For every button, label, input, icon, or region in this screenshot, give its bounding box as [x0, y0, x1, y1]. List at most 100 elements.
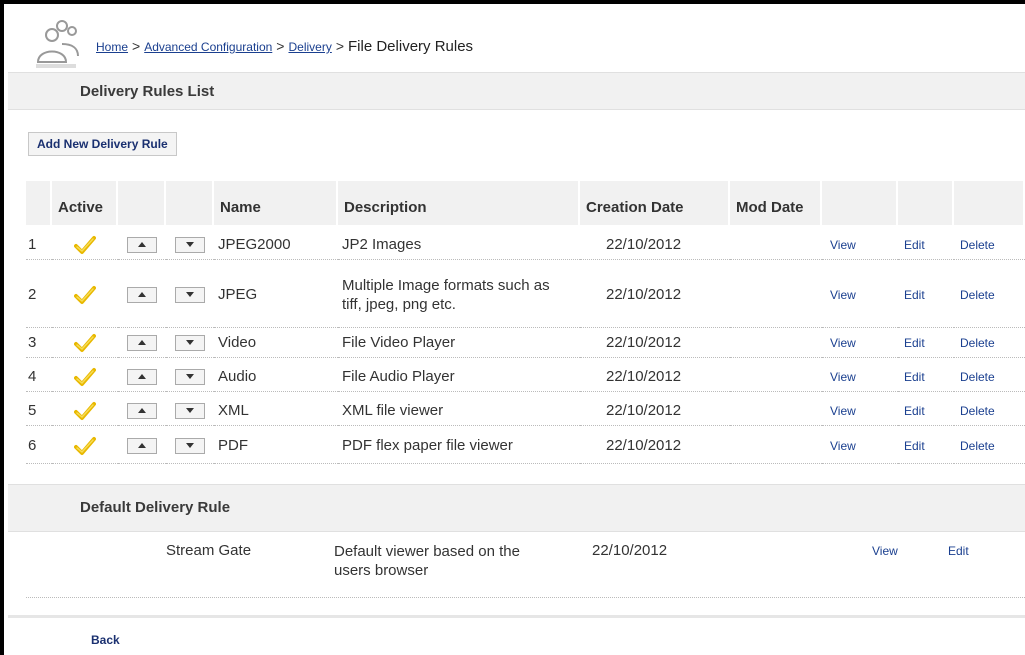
checkmark-icon — [74, 285, 96, 304]
default-rule-name: Stream Gate — [166, 542, 252, 559]
view-link[interactable]: View — [822, 262, 898, 328]
move-down-cell — [166, 362, 214, 392]
move-up-cell — [118, 262, 166, 328]
header-move-down — [166, 181, 214, 225]
edit-link[interactable]: Edit — [898, 230, 954, 260]
breadcrumb-advanced-configuration-link[interactable]: Advanced Configuration — [144, 40, 272, 54]
active-checkmark-icon — [52, 428, 118, 464]
default-rule-creation-date: 22/10/2012 — [592, 542, 668, 559]
rule-description: File Audio Player — [338, 362, 580, 392]
rule-creation-date: 22/10/2012 — [580, 428, 730, 464]
default-rule-edit-link[interactable]: Edit — [948, 536, 969, 576]
default-rule-description: Default viewer based on the users browse… — [334, 543, 520, 579]
rule-name: Audio — [214, 362, 338, 392]
active-checkmark-icon — [52, 262, 118, 328]
breadcrumb-current: File Delivery Rules — [348, 38, 474, 55]
move-down-cell — [166, 328, 214, 358]
move-down-cell — [166, 230, 214, 260]
table-row: 6 PDF PDF flex paper file viewer 22/10/2012… — [26, 428, 1025, 464]
rule-description: JP2 Images — [338, 230, 580, 260]
move-up-button[interactable] — [127, 286, 157, 303]
table-row: 3 Video File Video Player 22/10/2012 View Edi… — [26, 328, 1025, 358]
delete-link[interactable]: Delete — [954, 396, 1025, 426]
view-link[interactable]: View — [822, 396, 898, 426]
back-link[interactable]: Back — [91, 633, 120, 647]
delete-link[interactable]: Delete — [954, 328, 1025, 358]
checkmark-icon — [74, 401, 96, 420]
move-down-button[interactable] — [175, 437, 205, 454]
move-up-cell — [118, 362, 166, 392]
header-view — [822, 181, 898, 225]
view-link[interactable]: View — [822, 362, 898, 392]
move-down-button[interactable] — [175, 286, 205, 303]
table-row: 5 XML XML file viewer 22/10/2012 View Edit Del… — [26, 396, 1025, 426]
active-checkmark-icon — [52, 396, 118, 426]
rule-creation-date: 22/10/2012 — [580, 328, 730, 358]
header-number — [26, 181, 52, 225]
move-down-button[interactable] — [175, 402, 205, 419]
table-row: 2 JPEG Multiple Image formats such as tiff… — [26, 262, 1025, 328]
arrow-down-icon — [186, 443, 194, 448]
checkmark-icon — [74, 235, 96, 254]
move-up-button[interactable] — [127, 236, 157, 253]
rule-mod-date — [730, 428, 822, 464]
edit-link[interactable]: Edit — [898, 396, 954, 426]
edit-link[interactable]: Edit — [898, 262, 954, 328]
move-up-button[interactable] — [127, 334, 157, 351]
arrow-down-icon — [186, 374, 194, 379]
header-mod-date: Mod Date — [730, 181, 822, 225]
row-number: 5 — [26, 396, 52, 426]
move-down-cell — [166, 262, 214, 328]
active-checkmark-icon — [52, 362, 118, 392]
rule-creation-date: 22/10/2012 — [580, 362, 730, 392]
rule-name: JPEG2000 — [214, 230, 338, 260]
view-link[interactable]: View — [822, 328, 898, 358]
view-link[interactable]: View — [822, 428, 898, 464]
move-down-button[interactable] — [175, 368, 205, 385]
breadcrumb-home-link[interactable]: Home — [96, 40, 128, 54]
arrow-up-icon — [138, 242, 146, 247]
edit-link[interactable]: Edit — [898, 428, 954, 464]
rule-mod-date — [730, 328, 822, 358]
table-header: Active Name Description Creation Date Mo… — [26, 181, 1025, 225]
delete-link[interactable]: Delete — [954, 428, 1025, 464]
move-up-button[interactable] — [127, 402, 157, 419]
table-row: 1 JPEG2000 JP2 Images 22/10/2012 View Edit Del… — [26, 230, 1025, 260]
header-delete — [954, 181, 1025, 225]
edit-link[interactable]: Edit — [898, 328, 954, 358]
move-up-cell — [118, 328, 166, 358]
rule-creation-date: 22/10/2012 — [580, 396, 730, 426]
row-number: 1 — [26, 230, 52, 260]
breadcrumb-separator: > — [132, 38, 141, 54]
rule-description: Multiple Image formats such as tiff, jpe… — [338, 262, 580, 328]
add-new-delivery-rule-button[interactable]: Add New Delivery Rule — [28, 132, 177, 156]
header-edit — [898, 181, 954, 225]
rule-name: PDF — [214, 428, 338, 464]
delete-link[interactable]: Delete — [954, 262, 1025, 328]
arrow-up-icon — [138, 408, 146, 413]
arrow-up-icon — [138, 292, 146, 297]
default-section-title: Default Delivery Rule — [80, 499, 231, 516]
move-down-button[interactable] — [175, 334, 205, 351]
checkmark-icon — [74, 333, 96, 352]
move-up-button[interactable] — [127, 368, 157, 385]
delete-link[interactable]: Delete — [954, 362, 1025, 392]
breadcrumb-delivery-link[interactable]: Delivery — [288, 40, 331, 54]
edit-link[interactable]: Edit — [898, 362, 954, 392]
default-rule-view-link[interactable]: View — [872, 536, 898, 576]
move-down-button[interactable] — [175, 236, 205, 253]
arrow-up-icon — [138, 340, 146, 345]
active-checkmark-icon — [52, 328, 118, 358]
delete-link[interactable]: Delete — [954, 230, 1025, 260]
arrow-up-icon — [138, 443, 146, 448]
move-up-cell — [118, 428, 166, 464]
arrow-down-icon — [186, 340, 194, 345]
users-logo-icon — [36, 20, 79, 68]
rule-description: File Video Player — [338, 328, 580, 358]
row-number: 4 — [26, 362, 52, 392]
list-section-title: Delivery Rules List — [80, 83, 215, 100]
view-link[interactable]: View — [822, 230, 898, 260]
move-up-button[interactable] — [127, 437, 157, 454]
rule-creation-date: 22/10/2012 — [580, 230, 730, 260]
arrow-down-icon — [186, 408, 194, 413]
